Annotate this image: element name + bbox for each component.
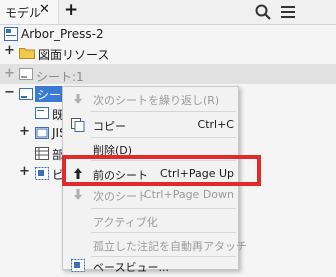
menu-item-label: 孤立した注記を自動再アタッチ: [93, 240, 247, 253]
arrow-down-icon: [73, 188, 83, 204]
menu-item-next-sheet: 次のシート Ctrl+Page Down: [63, 184, 238, 206]
expand-icon[interactable]: +: [4, 66, 15, 81]
copy-icon: [71, 118, 85, 135]
menu-item-base-view[interactable]: ベースビュー...: [63, 255, 238, 277]
tree-item-drawing-resources[interactable]: 図面リソース: [38, 46, 109, 63]
base-view-icon: [71, 259, 85, 275]
tree-root-label[interactable]: Arbor_Press-2: [21, 27, 104, 41]
menu-separator: [91, 208, 236, 209]
hamburger-menu-icon[interactable]: [280, 4, 296, 23]
tab-label: モデル: [5, 6, 42, 20]
expand-icon[interactable]: +: [4, 43, 15, 58]
expand-icon[interactable]: +: [19, 164, 30, 179]
arrow-down-icon: [73, 93, 83, 108]
sheet-icon: [19, 68, 33, 83]
tab-model[interactable]: モデル ✕: [0, 0, 59, 24]
menu-item-label: アクティブ化: [93, 216, 158, 229]
view-icon: [35, 107, 49, 122]
expand-icon[interactable]: +: [19, 124, 30, 139]
collapse-icon[interactable]: −: [4, 85, 15, 100]
folder-icon: [19, 46, 35, 62]
highlight-box: [62, 155, 261, 186]
tree-item-sheet1: シート:1: [36, 70, 84, 84]
menu-item-shortcut: Ctrl+C: [197, 118, 234, 131]
menu-separator: [91, 232, 236, 233]
sheet-icon: [19, 88, 33, 103]
add-tab-icon[interactable]: +: [64, 0, 78, 20]
tree-item-sheet-selected[interactable]: シート: [35, 86, 65, 102]
search-icon[interactable]: [255, 4, 271, 23]
menu-item-label: 次のシート: [93, 190, 148, 203]
border-icon: [35, 127, 49, 142]
tree-row-sheet1[interactable]: + シート:1: [0, 64, 336, 84]
menu-item-reattach-orphaned-annotations: 孤立した注記を自動再アタッチ: [63, 234, 247, 256]
parts-list-icon: [35, 147, 49, 163]
base-view-icon: [35, 167, 49, 183]
close-icon[interactable]: ✕: [39, 2, 50, 17]
drawing-document-icon: [4, 27, 18, 44]
menu-item-label: 次のシートを繰り返し(R): [93, 94, 220, 107]
menu-separator: [91, 111, 236, 112]
menu-item-label: コピー: [93, 120, 126, 133]
menu-item-label: ベースビュー...: [93, 261, 169, 274]
menu-item-copy[interactable]: コピー Ctrl+C: [63, 114, 238, 136]
menu-item-repeat-next-sheet: 次のシートを繰り返し(R): [63, 88, 238, 110]
menu-item-shortcut: Ctrl+Page Down: [143, 188, 234, 201]
menu-item-activate: アクティブ化: [63, 210, 238, 232]
